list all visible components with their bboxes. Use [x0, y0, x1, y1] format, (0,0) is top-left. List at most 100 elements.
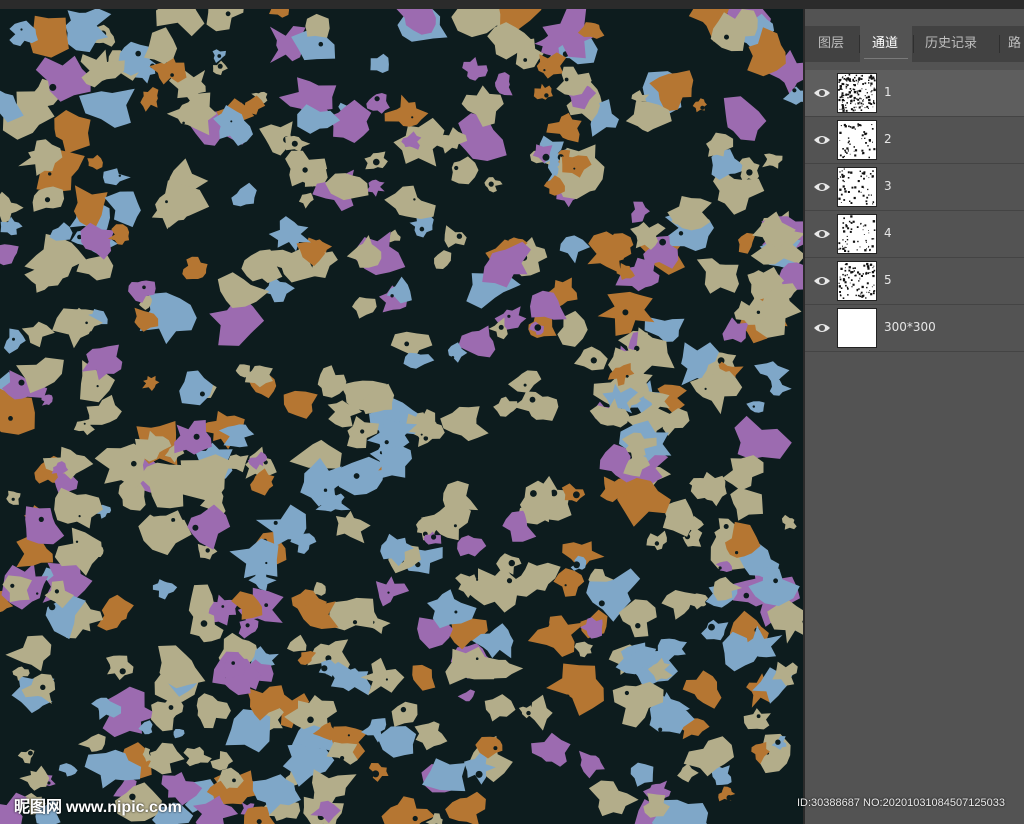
pattern-speck	[340, 756, 345, 761]
pattern-blob	[5, 635, 52, 672]
pattern-blob	[730, 487, 763, 521]
eye-icon[interactable]	[813, 132, 831, 148]
pattern-speck	[118, 174, 122, 177]
eye-icon[interactable]	[813, 179, 831, 195]
pattern-blob	[103, 168, 131, 186]
pattern-blob	[561, 483, 586, 503]
pattern-speck	[165, 200, 168, 204]
pattern-blob	[179, 370, 214, 406]
pattern-blob	[78, 733, 106, 752]
pattern-blob	[646, 530, 667, 551]
pattern-blob	[231, 182, 257, 207]
pattern-speck	[411, 116, 414, 119]
pattern-blob	[508, 370, 542, 393]
pattern-blob	[527, 615, 586, 657]
channel-row-2[interactable]: 2	[805, 117, 1024, 164]
watermark-logo: 昵图网 www.nipic.com	[14, 793, 182, 817]
pattern-speck	[372, 770, 380, 778]
pattern-speck	[374, 96, 380, 102]
pattern-speck	[530, 490, 537, 497]
channel-row-1[interactable]: 1	[805, 70, 1024, 117]
pattern-speck	[792, 88, 797, 93]
pattern-speck	[523, 383, 527, 387]
tab-channels[interactable]: 通道	[860, 26, 912, 62]
pattern-speck	[400, 706, 407, 713]
pattern-blob	[546, 112, 582, 143]
pattern-blob	[210, 751, 234, 771]
channel-label: 5	[884, 273, 892, 287]
pattern-speck	[735, 551, 739, 555]
pattern-blob	[377, 726, 417, 758]
pattern-speck	[232, 778, 236, 783]
document-canvas[interactable]	[0, 9, 803, 824]
pattern-speck	[746, 169, 753, 176]
pattern-speck	[624, 690, 630, 696]
pattern-blob	[54, 110, 91, 154]
pattern-speck	[75, 540, 79, 543]
pattern-speck	[192, 524, 199, 531]
pattern-speck	[529, 396, 536, 403]
pattern-speck	[40, 684, 46, 690]
tab-history[interactable]: 历史记录	[917, 26, 1005, 62]
channel-row-5[interactable]: 5	[805, 258, 1024, 305]
watermark-id: ID:30388687 NO:20201031084507125033	[797, 797, 1005, 809]
pattern-speck	[726, 795, 732, 801]
pattern-speck	[654, 541, 660, 546]
pattern-blob	[384, 94, 429, 127]
pattern-blob	[546, 663, 604, 716]
pattern-blob	[722, 455, 764, 491]
pattern-blob	[762, 153, 783, 169]
pattern-blob	[734, 415, 792, 460]
pattern-blob	[229, 538, 279, 579]
pattern-blob	[305, 13, 330, 38]
pattern-blob	[19, 765, 50, 791]
pattern-speck	[171, 518, 176, 522]
channel-row-4[interactable]: 4	[805, 211, 1024, 258]
tab-layers[interactable]: 图层	[811, 26, 860, 62]
pattern-speck	[11, 497, 15, 501]
pattern-blob	[152, 579, 178, 600]
pattern-blob	[440, 406, 489, 442]
pattern-speck	[352, 620, 358, 625]
eye-icon[interactable]	[813, 85, 831, 101]
pattern-speck	[225, 11, 231, 17]
pattern-speck	[419, 226, 425, 232]
pattern-speck	[347, 734, 350, 737]
channel-row-3[interactable]: 3	[805, 164, 1024, 211]
pattern-speck	[508, 559, 515, 567]
channel-row-6[interactable]: 300*300	[805, 305, 1024, 352]
pattern-speck	[475, 770, 483, 778]
eye-icon[interactable]	[813, 320, 831, 336]
pattern-blob	[375, 576, 410, 607]
pattern-blob	[142, 375, 160, 391]
pattern-blob	[444, 225, 467, 248]
eye-icon[interactable]	[813, 273, 831, 289]
eye-icon[interactable]	[813, 226, 831, 242]
pattern-blob	[696, 258, 739, 294]
pattern-speck	[404, 341, 410, 347]
pattern-blob	[734, 297, 767, 326]
pattern-speck	[28, 750, 33, 756]
pattern-blob	[391, 701, 418, 727]
pattern-speck	[773, 578, 778, 584]
pattern-speck	[523, 58, 528, 62]
pattern-blob	[746, 401, 765, 413]
pattern-speck	[49, 83, 57, 91]
pattern-blob	[173, 729, 185, 739]
channel-label: 1	[884, 85, 892, 99]
pattern-blob	[148, 742, 185, 775]
pattern-blob	[574, 641, 593, 658]
camouflage-pattern	[0, 9, 803, 824]
pattern-speck	[475, 657, 479, 660]
watermark-url: www.nipic.com	[66, 799, 182, 816]
pattern-speck	[168, 705, 174, 710]
pattern-blob	[484, 694, 516, 722]
pattern-blob	[335, 510, 371, 544]
pattern-speck	[256, 819, 262, 824]
pattern-speck	[48, 603, 56, 611]
pattern-blob	[317, 365, 347, 398]
tab-paths[interactable]: 路	[1002, 26, 1024, 62]
pattern-blob	[495, 72, 513, 96]
pattern-speck	[18, 379, 25, 386]
pattern-speck	[10, 583, 15, 588]
